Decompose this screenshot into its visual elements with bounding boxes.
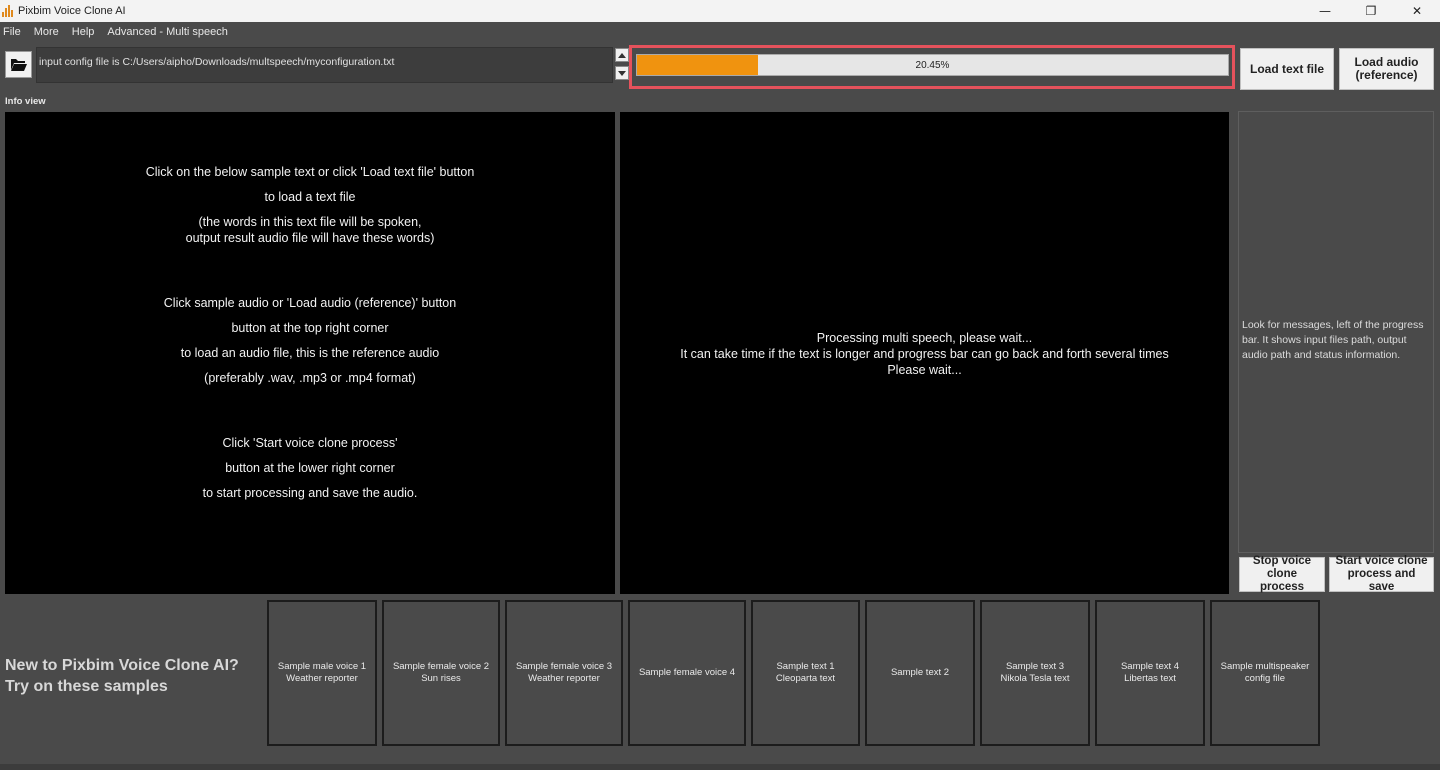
sample-card-subtitle: Weather reporter	[286, 673, 358, 684]
sample-card-text-3[interactable]: Sample text 3 Nikola Tesla text	[980, 600, 1090, 746]
status-path-textbox[interactable]: input config file is C:/Users/aipho/Down…	[36, 47, 613, 83]
menu-help[interactable]: Help	[68, 26, 99, 38]
sample-card-title: Sample female voice 4	[638, 667, 736, 678]
sample-card-title: Sample text 4	[1120, 661, 1180, 672]
bottom-border	[0, 764, 1440, 770]
samples-heading-line: Try on these samples	[5, 678, 168, 695]
open-folder-button[interactable]	[5, 51, 32, 78]
sample-card-multispeaker-config[interactable]: Sample multispeaker config file	[1210, 600, 1320, 746]
instruction-line: (preferably .wav, .mp3 or .mp4 format)	[204, 371, 416, 385]
load-text-file-button[interactable]: Load text file	[1240, 48, 1334, 90]
path-text: input config file is C:/Users/aipho/Down…	[39, 56, 395, 68]
stop-voice-clone-button[interactable]: Stop voice clone process	[1239, 555, 1325, 593]
sample-card-female-voice-4[interactable]: Sample female voice 4	[628, 600, 746, 746]
load-audio-reference-button[interactable]: Load audio (reference)	[1339, 48, 1434, 90]
title-bar: Pixbim Voice Clone AI — ❐ ✕	[0, 0, 1440, 22]
sample-card-title: Sample female voice 3	[515, 661, 613, 672]
arrow-down-icon	[618, 70, 626, 76]
menu-more[interactable]: More	[30, 26, 63, 38]
instruction-line: Click on the below sample text or click …	[145, 165, 475, 179]
start-voice-clone-button[interactable]: Start voice clone process and save	[1329, 555, 1434, 593]
processing-panel: Processing multi speech, please wait... …	[620, 112, 1229, 594]
sample-card-subtitle: Libertas text	[1124, 673, 1176, 684]
progress-label: 20.45%	[915, 59, 950, 71]
status-info-text: Look for messages, left of the progress …	[1242, 319, 1424, 361]
instruction-line: (the words in this text file will be spo…	[198, 215, 422, 229]
info-view-label: Info view	[5, 96, 46, 107]
sample-card-title: Sample text 1	[776, 661, 835, 672]
sample-card-female-voice-3[interactable]: Sample female voice 3 Weather reporter	[505, 600, 623, 746]
sample-card-subtitle: Nikola Tesla text	[1000, 673, 1070, 684]
arrow-up-icon	[618, 52, 626, 58]
app-logo-icon	[1, 4, 14, 18]
instruction-line: Click 'Start voice clone process'	[222, 436, 398, 450]
processing-line: It can take time if the text is longer a…	[680, 347, 1169, 361]
samples-heading: New to Pixbim Voice Clone AI? Try on the…	[5, 655, 239, 697]
progress-bar: 20.45%	[636, 54, 1229, 76]
sample-card-male-voice-1[interactable]: Sample male voice 1 Weather reporter	[267, 600, 377, 746]
minimize-icon[interactable]: —	[1302, 0, 1348, 22]
sample-card-text-4[interactable]: Sample text 4 Libertas text	[1095, 600, 1205, 746]
window-title: Pixbim Voice Clone AI	[18, 5, 126, 17]
close-icon[interactable]: ✕	[1394, 0, 1440, 22]
scroll-down-button[interactable]	[615, 66, 629, 80]
status-info-panel: Look for messages, left of the progress …	[1238, 111, 1434, 553]
instruction-line: to start processing and save the audio.	[202, 486, 418, 500]
instruction-line: to load an audio file, this is the refer…	[180, 346, 440, 360]
menu-bar: File More Help Advanced - Multi speech	[0, 22, 1440, 42]
processing-line: Processing multi speech, please wait...	[816, 331, 1033, 345]
menu-advanced-multi-speech[interactable]: Advanced - Multi speech	[103, 26, 231, 38]
maximize-icon[interactable]: ❐	[1348, 0, 1394, 22]
samples-heading-line: New to Pixbim Voice Clone AI?	[5, 657, 239, 674]
folder-icon	[10, 59, 27, 71]
sample-card-title: Sample male voice 1	[277, 661, 367, 672]
sample-card-subtitle: config file	[1244, 673, 1286, 684]
processing-message: Processing multi speech, please wait... …	[620, 330, 1229, 378]
instruction-line: output result audio file will have these…	[185, 231, 435, 245]
sample-card-subtitle: Weather reporter	[528, 673, 600, 684]
sample-card-title: Sample text 2	[890, 667, 950, 678]
sample-card-subtitle: Cleoparta text	[775, 673, 836, 684]
sample-card-subtitle: Sun rises	[421, 673, 461, 684]
instruction-line: to load a text file	[264, 190, 356, 204]
instruction-line: button at the lower right corner	[225, 461, 395, 475]
instruction-line: Click sample audio or 'Load audio (refer…	[163, 296, 457, 310]
instruction-line: button at the top right corner	[231, 321, 389, 335]
sample-card-title: Sample female voice 2	[392, 661, 490, 672]
menu-file[interactable]: File	[0, 26, 25, 38]
sample-card-text-1[interactable]: Sample text 1 Cleoparta text	[751, 600, 860, 746]
instructions-panel: Click on the below sample text or click …	[5, 112, 615, 594]
scroll-up-button[interactable]	[615, 48, 629, 62]
sample-card-text-2[interactable]: Sample text 2	[865, 600, 975, 746]
processing-line: Please wait...	[887, 363, 962, 377]
sample-card-title: Sample text 3	[1005, 661, 1065, 672]
sample-card-title: Sample multispeaker	[1220, 661, 1310, 672]
sample-card-female-voice-2[interactable]: Sample female voice 2 Sun rises	[382, 600, 500, 746]
